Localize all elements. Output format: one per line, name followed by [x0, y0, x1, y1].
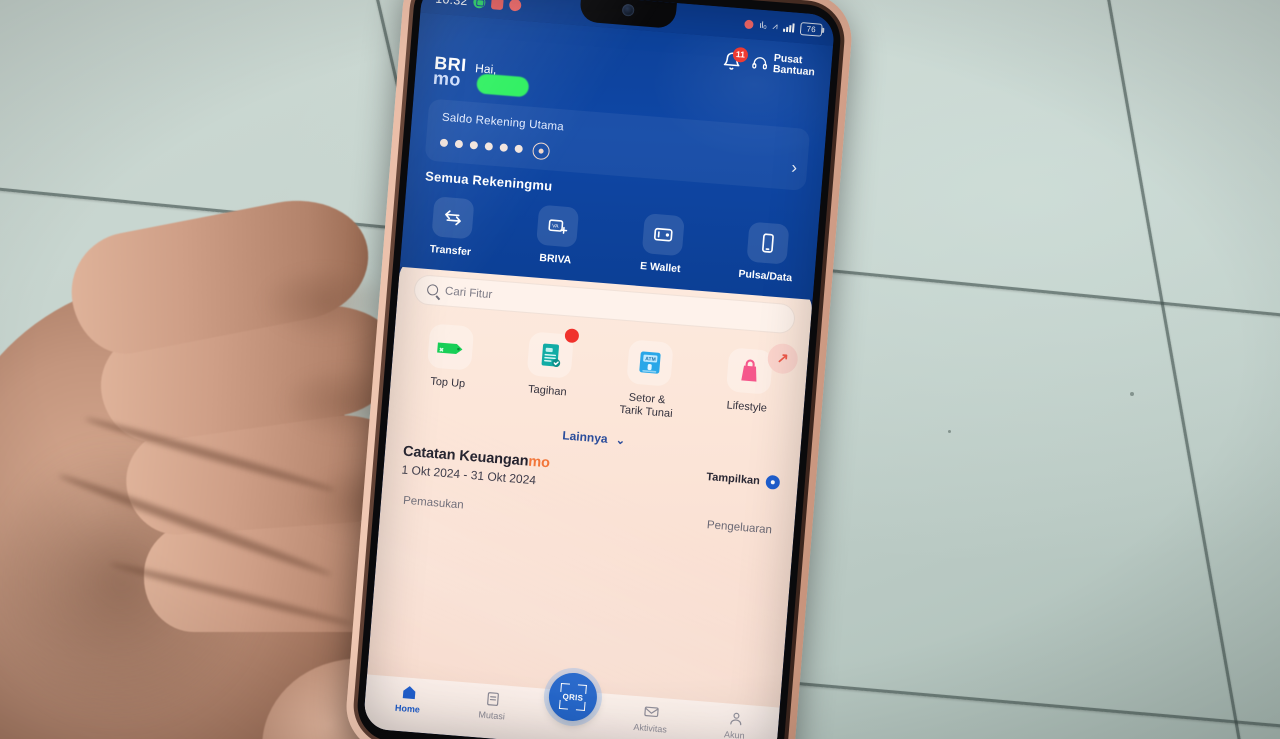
feature-label: Lifestyle — [726, 399, 768, 415]
tab-home[interactable]: Home — [378, 681, 438, 716]
tab-label: Akun — [723, 729, 746, 739]
scan-corner — [577, 684, 587, 695]
censored-username-blob — [476, 73, 530, 98]
transfer-arrows-icon — [431, 196, 475, 240]
home-icon — [402, 686, 415, 700]
briva-card-icon: VA — [536, 204, 580, 248]
feature-label: Top Up — [429, 375, 466, 391]
brimo-logo: BRI mo — [432, 53, 467, 91]
phone-icon — [746, 221, 790, 265]
tab-aktivitas[interactable]: Aktivitas — [621, 701, 681, 736]
status-bar-right: ıl₀ ⩘ 76 — [744, 17, 823, 37]
status-bar-clock: 10.32 — [435, 0, 468, 8]
expense-label: Pengeluaran — [706, 519, 773, 537]
knuckle-shadow — [260, 270, 390, 340]
whatsapp-icon — [473, 0, 487, 9]
headset-icon — [752, 56, 768, 69]
brimo-app: 10.32 ıl₀ ⩘ 76 — [362, 0, 836, 739]
scan-corner — [558, 699, 569, 710]
masked-balance-dots — [439, 138, 523, 154]
help-center-label: Pusat Bantuan — [772, 51, 816, 79]
photo-scene: 10.32 ıl₀ ⩘ 76 — [0, 0, 1280, 739]
chevron-down-icon: ⌄ — [615, 434, 626, 448]
search-icon — [426, 284, 439, 297]
floor-speck — [948, 430, 951, 433]
finance-note-title-suffix: mo — [527, 453, 551, 472]
app-header: 11 Pusat Bantuan BRI mo Hai, Saldo Reken… — [399, 12, 834, 300]
phone-screen: 10.32 ıl₀ ⩘ 76 — [362, 0, 836, 739]
tab-label: Aktivitas — [633, 721, 668, 735]
wallet-icon — [641, 213, 685, 257]
feature-setor-tarik-tunai[interactable]: ATM Setor & Tarik Tunai — [609, 338, 689, 422]
help-center-button[interactable]: Pusat Bantuan — [750, 51, 816, 79]
quick-action-transfer[interactable]: Transfer — [419, 195, 486, 259]
quick-action-label: BRIVA — [538, 251, 572, 267]
toggle-balance-eye-icon[interactable] — [531, 141, 551, 161]
bottom-tab-bar: Home Mutasi Aktivitas Akun QRIS — [362, 671, 780, 739]
eye-icon — [765, 474, 781, 490]
phone-device: 10.32 ıl₀ ⩘ 76 — [343, 0, 855, 739]
floor-speck — [1130, 392, 1134, 396]
dot-icon — [509, 0, 522, 12]
content-sheet: Cari Fitur Top Up Tagihan ATM Setor & Ta… — [362, 256, 814, 739]
shopping-bag-icon — [725, 347, 774, 395]
app-icon — [491, 0, 505, 11]
quick-action-ewallet[interactable]: E Wallet — [629, 212, 696, 276]
search-placeholder: Cari Fitur — [444, 285, 493, 302]
tab-label: Mutasi — [478, 709, 506, 722]
help-label-line2: Bantuan — [772, 62, 816, 79]
quick-action-label: E Wallet — [639, 259, 681, 276]
show-more-label: Lainnya — [561, 428, 609, 446]
scan-corner — [560, 682, 570, 693]
logo-line2: mo — [432, 68, 462, 91]
battery-indicator: 76 — [799, 21, 823, 37]
notification-bell-icon[interactable]: 11 — [722, 46, 749, 70]
quick-action-pulsa-data[interactable]: Pulsa/Data — [734, 221, 801, 285]
feature-notification-badge — [564, 328, 580, 344]
envelope-icon — [644, 706, 659, 718]
quick-action-label: Pulsa/Data — [738, 267, 793, 285]
quick-action-label: Transfer — [429, 242, 472, 259]
notification-badge: 11 — [732, 46, 749, 63]
topup-tag-icon — [426, 323, 475, 371]
show-finance-button[interactable]: Tampilkan — [706, 468, 781, 490]
tab-mutasi[interactable]: Mutasi — [462, 688, 522, 723]
scan-corner — [575, 701, 586, 711]
svg-text:VA: VA — [552, 223, 559, 230]
income-label: Pemasukan — [402, 494, 465, 512]
atm-machine-icon: ATM — [626, 339, 674, 387]
tab-akun[interactable]: Akun — [705, 708, 765, 739]
balance-chevron-right-icon[interactable]: › — [791, 158, 798, 178]
list-icon — [487, 692, 499, 706]
svg-text:ATM: ATM — [645, 356, 656, 363]
alarm-icon — [744, 19, 754, 29]
bill-document-icon — [526, 328, 580, 379]
wifi-icon: ⩘ — [772, 20, 778, 31]
person-icon — [729, 712, 741, 726]
data-icon: ıl₀ — [758, 19, 768, 31]
show-finance-label: Tampilkan — [705, 470, 761, 488]
feature-top-up[interactable]: Top Up — [409, 322, 489, 406]
status-bar-left: 10.32 — [435, 0, 522, 13]
quick-action-briva[interactable]: VA BRIVA — [524, 204, 591, 268]
feature-label: Tagihan — [527, 383, 568, 399]
feature-tagihan[interactable]: Tagihan — [509, 328, 589, 414]
signal-icon — [782, 22, 795, 33]
help-label-line1: Pusat — [773, 51, 803, 66]
qris-scan-button[interactable]: QRIS — [547, 671, 599, 723]
tab-label: Home — [394, 702, 421, 715]
